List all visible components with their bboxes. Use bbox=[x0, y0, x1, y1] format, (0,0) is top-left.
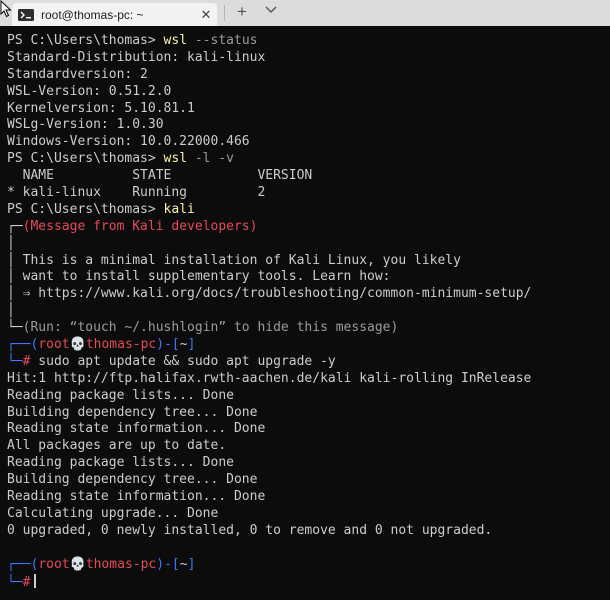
banner-frame-line: │ bbox=[7, 235, 15, 251]
prompt-bracket: [ bbox=[171, 337, 180, 353]
mouse-pointer-icon bbox=[0, 0, 12, 18]
terminal-line: WSLg-Version: 1.0.30 bbox=[7, 117, 164, 133]
prompt-bracket: ] bbox=[187, 556, 196, 572]
prompt-bottom-line: └─# bbox=[7, 573, 610, 591]
terminal-line: Windows-Version: 10.0.22000.466 bbox=[7, 134, 250, 150]
text-cursor[interactable] bbox=[34, 573, 37, 588]
prompt-bracket: ] bbox=[187, 337, 196, 353]
terminal-line: Hit:1 http://ftp.halifax.rwth-aachen.de/… bbox=[7, 370, 532, 386]
prompt-frame: └─ bbox=[7, 353, 23, 369]
skull-icon: 💀 bbox=[69, 556, 86, 572]
tab-separator bbox=[224, 5, 225, 21]
prompt-paren: ) bbox=[156, 556, 165, 572]
linux-penguin-icon bbox=[18, 8, 34, 21]
prompt-frame: └─ bbox=[7, 574, 23, 590]
command-args: --status bbox=[187, 33, 258, 48]
prompt-user: root bbox=[38, 337, 70, 353]
terminal-line: PS C:\Users\thomas> wsl -l -v bbox=[7, 151, 610, 168]
terminal-line: Reading package lists... Done bbox=[7, 455, 234, 471]
prompt-user: root bbox=[38, 556, 70, 572]
banner-hint-line: └─(Run: “touch ~/.hushlogin” to hide thi… bbox=[7, 320, 610, 337]
banner-frame: ┌─ bbox=[7, 218, 23, 234]
prompt-bottom-line: └─# sudo apt update && sudo apt upgrade … bbox=[7, 354, 610, 371]
command: wsl bbox=[163, 33, 188, 48]
prompt-top-line: ┌──(root💀thomas-pc)-[~] bbox=[7, 557, 610, 574]
terminal-line: Building dependency tree... Done bbox=[7, 472, 258, 488]
terminal-output[interactable]: PS C:\Users\thomas> wsl --status Standar… bbox=[0, 26, 610, 600]
prompt-bracket: [ bbox=[171, 556, 180, 572]
prompt-dir: ~ bbox=[179, 556, 188, 572]
prompt-dir: ~ bbox=[179, 337, 188, 353]
terminal-line: Standard-Distribution: kali-linux bbox=[7, 49, 266, 65]
terminal-line: PS C:\Users\thomas> wsl --status bbox=[7, 33, 610, 50]
prompt-frame: ┌── bbox=[7, 556, 31, 572]
tab-terminal[interactable]: root@thomas-pc: ~ ✕ bbox=[12, 3, 217, 26]
banner-frame-line: │ bbox=[7, 303, 15, 319]
terminal-line: PS C:\Users\thomas> kali bbox=[7, 202, 610, 219]
terminal-line: Standardversion: 2 bbox=[7, 66, 148, 82]
banner-title-line: ┌─(Message from Kali developers) bbox=[7, 219, 610, 236]
banner-line: │ want to install supplementary tools. L… bbox=[7, 269, 391, 285]
command: wsl bbox=[163, 151, 188, 167]
skull-icon: 💀 bbox=[69, 337, 86, 353]
terminal-line: Reading state information... Done bbox=[7, 421, 266, 437]
banner-link-line: │ ⇒ https://www.kali.org/docs/troublesho… bbox=[7, 286, 532, 302]
prompt-hash: # bbox=[22, 574, 31, 590]
prompt-host: thomas-pc bbox=[85, 556, 157, 572]
ps-prompt: PS C:\Users\thomas> bbox=[7, 33, 164, 48]
terminal-line: 0 upgraded, 0 newly installed, 0 to remo… bbox=[7, 522, 493, 538]
ps-prompt: PS C:\Users\thomas> bbox=[7, 151, 164, 167]
banner-hint: (Run: “touch ~/.hushlogin” to hide this … bbox=[22, 320, 399, 336]
terminal-line: Calculating upgrade... Done bbox=[7, 505, 219, 521]
new-tab-plus-icon[interactable]: + bbox=[234, 2, 250, 22]
prompt-top-line: ┌──(root💀thomas-pc)-[~] bbox=[7, 337, 610, 354]
banner-line: │ This is a minimal installation of Kali… bbox=[7, 252, 461, 268]
terminal-line: Kernelversion: 5.10.81.1 bbox=[7, 100, 195, 116]
close-tab-icon[interactable]: ✕ bbox=[195, 7, 217, 23]
list-row: * kali-linux Running 2 bbox=[7, 185, 266, 201]
terminal-line: WSL-Version: 0.51.2.0 bbox=[7, 83, 172, 99]
tab-title: root@thomas-pc: ~ bbox=[41, 7, 144, 22]
banner-title: (Message from Kali developers) bbox=[22, 218, 258, 234]
prompt-frame: ┌── bbox=[7, 337, 31, 353]
chevron-down-icon[interactable] bbox=[265, 4, 277, 14]
list-header: NAME STATE VERSION bbox=[7, 168, 313, 184]
ps-prompt: PS C:\Users\thomas> bbox=[7, 201, 164, 217]
prompt-host: thomas-pc bbox=[85, 337, 157, 353]
title-bar: root@thomas-pc: ~ ✕ + bbox=[0, 0, 610, 26]
prompt-dash: - bbox=[164, 556, 172, 572]
command: kali bbox=[163, 201, 195, 217]
command: sudo apt update && sudo apt upgrade -y bbox=[30, 353, 336, 369]
terminal-line: Reading package lists... Done bbox=[7, 387, 234, 403]
command-args: -l -v bbox=[187, 151, 234, 167]
prompt-paren: ) bbox=[156, 337, 165, 353]
banner-frame: └─ bbox=[7, 320, 23, 336]
terminal-line: Reading state information... Done bbox=[7, 489, 266, 505]
prompt-dash: - bbox=[164, 337, 172, 353]
terminal-line: Building dependency tree... Done bbox=[7, 404, 258, 420]
terminal-line: All packages are up to date. bbox=[7, 438, 227, 454]
